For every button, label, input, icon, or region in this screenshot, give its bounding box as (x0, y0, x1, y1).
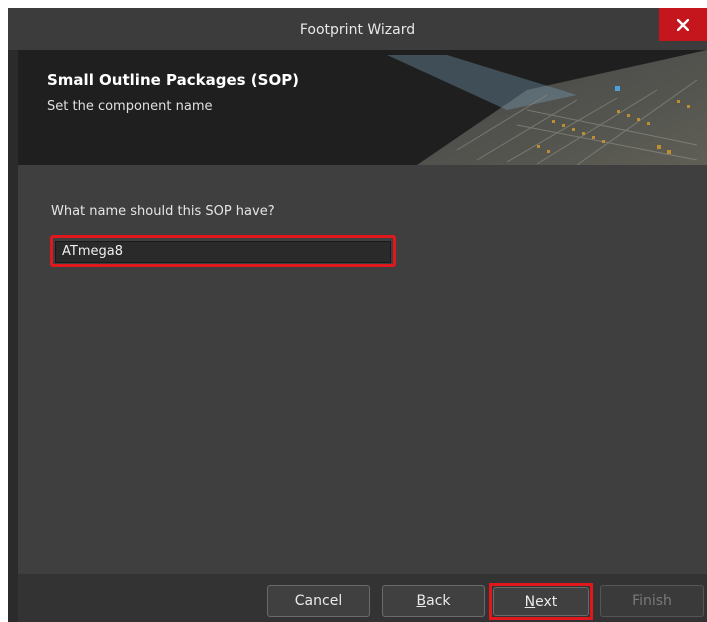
title-bar: Footprint Wizard (8, 8, 707, 50)
window-title: Footprint Wizard (299, 22, 416, 38)
close-icon (677, 18, 689, 31)
next-label-rest: ext (535, 593, 558, 610)
wizard-window: Footprint Wizard Small Outline Packages … (8, 8, 707, 622)
name-question-label: What name should this SOP have? (51, 204, 275, 219)
next-accelerator: N (524, 593, 536, 610)
next-button-highlight: Next (489, 583, 593, 620)
cancel-button[interactable]: Cancel (267, 585, 370, 617)
button-bar: Cancel Back Next Finish (18, 574, 707, 622)
finish-button[interactable]: Finish (600, 585, 704, 617)
close-button[interactable] (659, 8, 707, 41)
wizard-content: What name should this SOP have? (18, 165, 707, 574)
header-banner: Small Outline Packages (SOP) Set the com… (18, 50, 707, 165)
component-name-input[interactable] (55, 240, 391, 263)
banner-subtitle: Set the component name (47, 99, 213, 114)
name-field-highlight (50, 235, 396, 267)
banner-title: Small Outline Packages (SOP) (47, 71, 300, 89)
next-button[interactable]: Next (493, 587, 589, 616)
back-accelerator: B (416, 593, 427, 609)
back-label-rest: ack (426, 593, 451, 609)
back-button[interactable]: Back (382, 585, 485, 617)
pcb-banner-image (387, 50, 707, 165)
